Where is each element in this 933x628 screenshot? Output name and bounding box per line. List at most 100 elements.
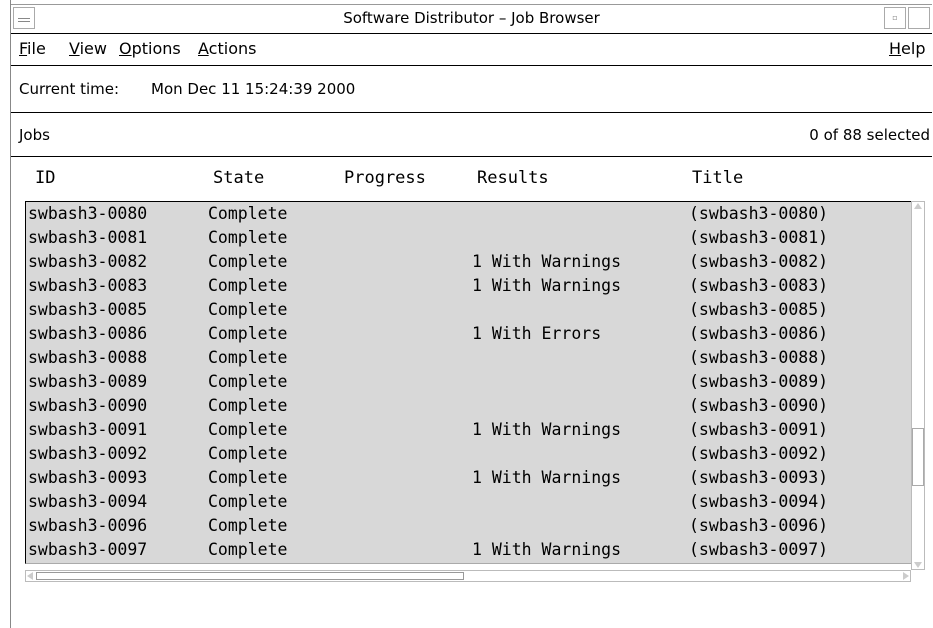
cell-title: (swbash3-0083): [689, 276, 829, 295]
menu-help-label: elp: [901, 39, 926, 58]
cell-title: (swbash3-0080): [689, 204, 829, 223]
table-row[interactable]: swbash3-0089 Complete (swbash3-0089): [26, 370, 921, 394]
cell-id: swbash3-0081: [28, 228, 148, 247]
scroll-up-icon[interactable]: [914, 203, 922, 209]
horizontal-scrollbar[interactable]: [25, 570, 911, 582]
table-row[interactable]: swbash3-0097 Complete 1 With Warnings (swba…: [26, 538, 921, 562]
table-row[interactable]: swbash3-0080 Complete (swbash3-0080): [26, 202, 921, 226]
menu-options[interactable]: Options: [119, 39, 181, 58]
menu-view-label: iew: [79, 39, 107, 58]
cell-id: swbash3-0086: [28, 324, 148, 343]
cell-state: Complete: [208, 276, 288, 295]
current-time-value: Mon Dec 11 15:24:39 2000: [151, 80, 356, 98]
cell-state: Complete: [208, 492, 288, 511]
cell-id: swbash3-0093: [28, 468, 148, 487]
cell-title: (swbash3-0088): [689, 348, 829, 367]
column-header-results[interactable]: Results: [477, 168, 549, 188]
cell-id: swbash3-0080: [28, 204, 148, 223]
cell-title: (swbash3-0097): [689, 540, 829, 559]
table-row[interactable]: swbash3-0082 Complete 1 With Warnings (swba…: [26, 250, 921, 274]
cell-id: swbash3-0096: [28, 516, 148, 535]
cell-results: 1 With Warnings: [472, 468, 622, 487]
menu-help[interactable]: Help: [889, 39, 925, 58]
column-header-id[interactable]: ID: [35, 168, 55, 188]
cell-state: Complete: [208, 516, 288, 535]
cell-id: swbash3-0082: [28, 252, 148, 271]
cell-state: Complete: [208, 300, 288, 319]
column-header-progress[interactable]: Progress: [344, 168, 426, 188]
menu-actions-mnemonic: A: [198, 39, 209, 58]
cell-id: swbash3-0085: [28, 300, 148, 319]
cell-title: (swbash3-0086): [689, 324, 829, 343]
cell-state: Complete: [208, 252, 288, 271]
column-header-title[interactable]: Title: [692, 168, 743, 188]
cell-results: 1 With Errors: [472, 324, 602, 343]
cell-id: swbash3-0089: [28, 372, 148, 391]
cell-state: Complete: [208, 372, 288, 391]
menu-view[interactable]: View: [69, 39, 107, 58]
cell-id: swbash3-0092: [28, 444, 148, 463]
cell-title: (swbash3-0082): [689, 252, 829, 271]
cell-state: Complete: [208, 396, 288, 415]
vertical-scrollbar[interactable]: [911, 201, 925, 570]
cell-id: swbash3-0091: [28, 420, 148, 439]
column-header-state[interactable]: State: [213, 168, 264, 188]
selection-count: 0 of 88 selected: [809, 126, 930, 144]
table-row[interactable]: swbash3-0083 Complete 1 With Warnings (swba…: [26, 274, 921, 298]
table-row[interactable]: swbash3-0086 Complete 1 With Errors (swbash…: [26, 322, 921, 346]
current-time-label: Current time:: [19, 80, 120, 98]
cell-id: swbash3-0088: [28, 348, 148, 367]
cell-title: (swbash3-0096): [689, 516, 829, 535]
menu-bar: File View Options Actions Help: [11, 33, 932, 66]
cell-state: Complete: [208, 348, 288, 367]
table-row[interactable]: swbash3-0094 Complete (swbash3-0094): [26, 490, 921, 514]
table-row[interactable]: swbash3-0090 Complete (swbash3-0090): [26, 394, 921, 418]
cell-title: (swbash3-0089): [689, 372, 829, 391]
cell-results: 1 With Warnings: [472, 252, 622, 271]
minimize-icon[interactable]: ▫: [884, 7, 906, 29]
cell-id: swbash3-0097: [28, 540, 148, 559]
menu-view-mnemonic: V: [69, 39, 80, 58]
table-row[interactable]: swbash3-0091 Complete 1 With Warnings (swba…: [26, 418, 921, 442]
menu-options-label: ptions: [131, 39, 181, 58]
scroll-left-icon[interactable]: [27, 572, 33, 580]
menu-file[interactable]: File: [19, 39, 46, 58]
jobs-header: Jobs 0 of 88 selected: [11, 113, 932, 157]
menu-actions[interactable]: Actions: [198, 39, 256, 58]
table-row[interactable]: swbash3-0088 Complete (swbash3-0088): [26, 346, 921, 370]
cell-state: Complete: [208, 228, 288, 247]
menu-actions-label: ctions: [208, 39, 257, 58]
cell-id: swbash3-0090: [28, 396, 148, 415]
table-row[interactable]: swbash3-0085 Complete (swbash3-0085): [26, 298, 921, 322]
table-row[interactable]: swbash3-0081 Complete (swbash3-0081): [26, 226, 921, 250]
cell-state: Complete: [208, 324, 288, 343]
cell-title: (swbash3-0094): [689, 492, 829, 511]
cell-state: Complete: [208, 540, 288, 559]
column-headers: ID State Progress Results Title: [11, 168, 932, 192]
menu-file-mnemonic: F: [19, 39, 28, 58]
title-bar[interactable]: Software Distributor – Job Browser ▫: [11, 4, 932, 34]
vertical-scroll-thumb[interactable]: [912, 428, 924, 486]
cell-id: swbash3-0094: [28, 492, 148, 511]
table-row[interactable]: swbash3-0096 Complete (swbash3-0096): [26, 514, 921, 538]
job-list[interactable]: swbash3-0080 Complete (swbash3-0080) swbash…: [25, 201, 921, 564]
table-row[interactable]: swbash3-0093 Complete 1 With Warnings (swba…: [26, 466, 921, 490]
cell-state: Complete: [208, 204, 288, 223]
menu-file-label: ile: [27, 39, 46, 58]
cell-title: (swbash3-0092): [689, 444, 829, 463]
scroll-right-icon[interactable]: [903, 572, 909, 580]
cell-title: (swbash3-0085): [689, 300, 829, 319]
cell-state: Complete: [208, 444, 288, 463]
horizontal-scroll-thumb[interactable]: [36, 572, 464, 580]
cell-results: 1 With Warnings: [472, 540, 622, 559]
job-browser-window: Software Distributor – Job Browser ▫ Fil…: [10, 0, 933, 628]
maximize-icon[interactable]: [908, 7, 930, 29]
cell-results: 1 With Warnings: [472, 276, 622, 295]
cell-title: (swbash3-0090): [689, 396, 829, 415]
scroll-down-icon[interactable]: [914, 562, 922, 568]
cell-state: Complete: [208, 468, 288, 487]
cell-id: swbash3-0083: [28, 276, 148, 295]
table-row[interactable]: swbash3-0092 Complete (swbash3-0092): [26, 442, 921, 466]
cell-results: 1 With Warnings: [472, 420, 622, 439]
menu-help-mnemonic: H: [889, 39, 902, 58]
